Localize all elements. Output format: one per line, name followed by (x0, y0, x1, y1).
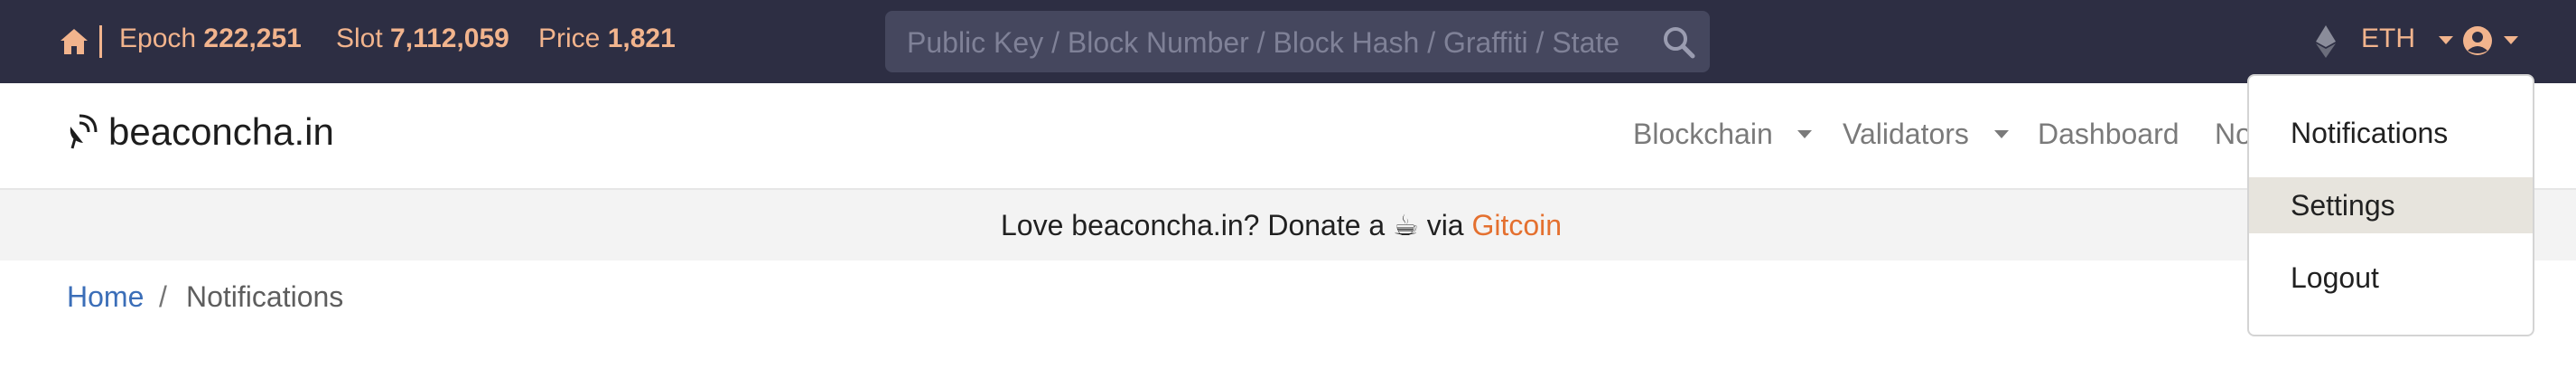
menu-item-logout[interactable]: Logout (2249, 250, 2533, 306)
gitcoin-link[interactable]: Gitcoin (1471, 209, 1562, 241)
chevron-down-icon (1797, 130, 1812, 138)
ethereum-icon (2316, 25, 2336, 58)
search-input[interactable]: Public Key / Block Number / Block Hash /… (885, 11, 1710, 72)
currency-selector[interactable]: ETH (2361, 24, 2415, 54)
epoch-label: Epoch (119, 24, 197, 53)
breadcrumb-separator: / (159, 280, 167, 313)
banner-message: Love beaconcha.in? Donate a (1001, 209, 1394, 241)
price-stat[interactable]: Price 1,821 (538, 24, 676, 54)
brand-name[interactable]: beaconcha.in (108, 110, 334, 154)
chevron-down-icon (2439, 36, 2453, 44)
divider (99, 25, 102, 58)
search-icon[interactable] (1662, 25, 1696, 60)
slot-label: Slot (336, 24, 383, 53)
banner-text: Love beaconcha.in? Donate a ☕ via Gitcoi… (1001, 208, 1562, 242)
satellite-dish-icon (70, 114, 98, 149)
nav-notifications[interactable]: No (2215, 118, 2252, 151)
donation-banner: Love beaconcha.in? Donate a ☕ via Gitcoi… (0, 190, 2576, 260)
nav-blockchain[interactable]: Blockchain (1633, 118, 1773, 151)
slot-stat[interactable]: Slot 7,112,059 (336, 24, 509, 54)
top-bar: Epoch 222,251 Slot 7,112,059 Price 1,821… (0, 0, 2576, 83)
breadcrumb-home[interactable]: Home (67, 280, 144, 314)
menu-item-notifications[interactable]: Notifications (2249, 105, 2533, 161)
nav-validators[interactable]: Validators (1843, 118, 1969, 151)
chevron-down-icon (1994, 130, 2009, 138)
slot-value: 7,112,059 (390, 24, 509, 53)
home-icon[interactable] (58, 25, 90, 58)
breadcrumb-current: Notifications (186, 280, 344, 313)
user-circle-icon[interactable] (2462, 25, 2493, 56)
banner-via: via (1418, 209, 1472, 241)
nav-dashboard[interactable]: Dashboard (2038, 118, 2179, 151)
epoch-stat[interactable]: Epoch 222,251 (119, 24, 302, 54)
price-label: Price (538, 24, 601, 53)
epoch-value: 222,251 (203, 24, 302, 53)
price-value: 1,821 (607, 24, 676, 53)
menu-item-settings[interactable]: Settings (2249, 177, 2533, 233)
chevron-down-icon (2504, 36, 2518, 44)
coffee-icon: ☕ (1393, 209, 1419, 241)
search-placeholder: Public Key / Block Number / Block Hash /… (907, 26, 1620, 59)
user-dropdown-menu: Notifications Settings Logout (2247, 74, 2534, 336)
main-navbar: beaconcha.in Blockchain Validators Dashb… (0, 83, 2576, 190)
